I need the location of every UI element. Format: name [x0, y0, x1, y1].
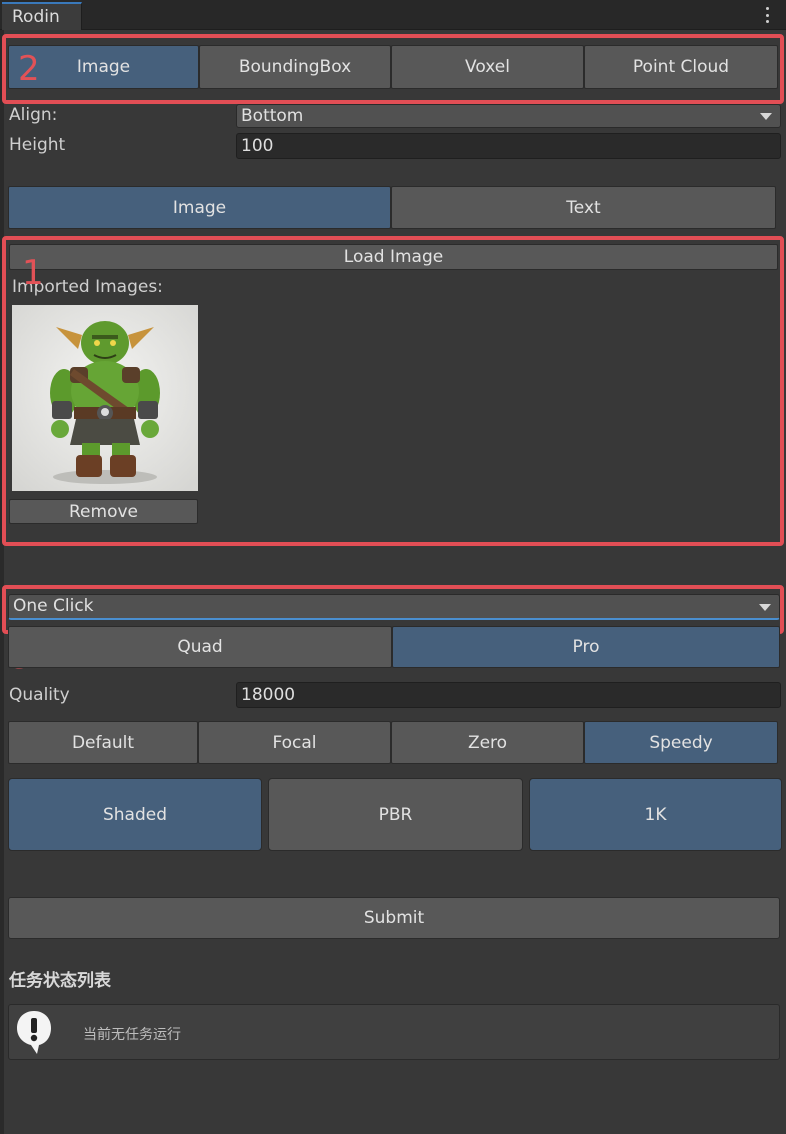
align-value: Bottom	[241, 106, 304, 126]
tab-default[interactable]: Default	[8, 721, 198, 764]
mesh-tabs: Quad Pro	[8, 626, 780, 668]
annotation-number-1: 1	[22, 253, 44, 293]
tab-focal[interactable]: Focal	[198, 721, 391, 764]
task-list-title: 任务状态列表	[9, 971, 111, 991]
shaded-button[interactable]: Shaded	[8, 778, 262, 851]
window-tab[interactable]: Rodin	[2, 2, 82, 30]
pbr-button[interactable]: PBR	[268, 778, 523, 851]
task-status-box: 当前无任务运行	[8, 1004, 780, 1060]
annotation-box-1	[2, 236, 784, 546]
tab-speedy[interactable]: Speedy	[584, 721, 778, 764]
input-tabs: Image Text	[8, 186, 776, 229]
dropdown-arrow-icon	[760, 113, 772, 120]
left-edge	[0, 30, 4, 1134]
annotation-box-2	[2, 34, 784, 104]
align-dropdown[interactable]: Bottom	[236, 104, 781, 128]
title-bar	[0, 0, 786, 30]
tab-input-image[interactable]: Image	[8, 186, 391, 229]
task-status-text: 当前无任务运行	[83, 1027, 181, 1043]
info-exclamation-icon	[17, 1011, 51, 1054]
tier-tabs: Default Focal Zero Speedy	[8, 721, 778, 764]
resolution-1k-button[interactable]: 1K	[529, 778, 782, 851]
submit-button[interactable]: Submit	[8, 897, 780, 939]
tab-zero[interactable]: Zero	[391, 721, 584, 764]
tab-input-text[interactable]: Text	[391, 186, 776, 229]
quality-field[interactable]: 18000	[236, 682, 781, 708]
height-label: Height	[9, 135, 66, 155]
height-field[interactable]: 100	[236, 133, 781, 159]
quality-label: Quality	[9, 685, 70, 705]
align-label: Align:	[9, 105, 58, 125]
annotation-number-2: 2	[18, 49, 40, 89]
tab-pro[interactable]: Pro	[392, 626, 780, 668]
tab-quad[interactable]: Quad	[8, 626, 392, 668]
more-vert-icon[interactable]	[760, 5, 774, 25]
